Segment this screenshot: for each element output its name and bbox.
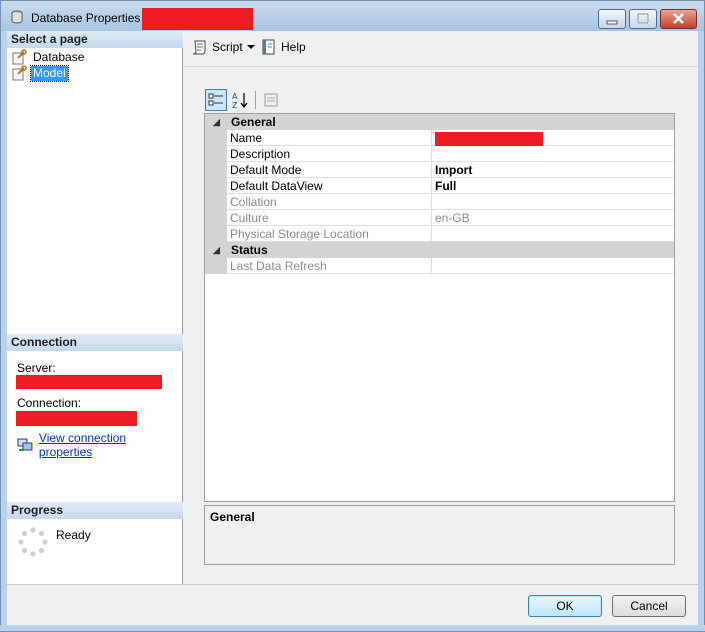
maximize-icon <box>637 13 649 24</box>
property-pages-button[interactable] <box>260 89 282 111</box>
progress-status: Ready <box>56 528 91 542</box>
description-pane: General <box>204 505 675 565</box>
property-row-collation: Collation <box>227 194 674 210</box>
redacted-title <box>142 8 253 30</box>
view-connection-properties-text[interactable]: View connection properties <box>39 431 182 459</box>
categorized-button[interactable] <box>205 89 227 111</box>
select-page-header: Select a page <box>7 31 183 48</box>
page-item-label: Database <box>33 49 85 64</box>
category-label: General <box>231 115 276 129</box>
main-toolbar: Script Help <box>184 31 698 67</box>
property-row-default-dataview[interactable]: Default DataView Full <box>227 178 674 194</box>
categorized-icon <box>208 93 223 106</box>
connection-properties-icon <box>17 438 33 451</box>
property-value: en-GB <box>435 211 470 225</box>
property-row-name[interactable]: Name <box>227 130 674 146</box>
alphabetical-sort-icon: A Z <box>232 92 248 109</box>
maximize-button[interactable] <box>629 9 657 29</box>
minimize-button[interactable] <box>598 9 626 29</box>
category-general[interactable]: ◢ General <box>205 114 674 130</box>
server-label: Server: <box>17 361 56 375</box>
chevron-down-icon <box>247 45 255 49</box>
help-label: Help <box>281 40 306 54</box>
connection-header: Connection <box>7 334 183 351</box>
property-name: Physical Storage Location <box>230 227 369 241</box>
help-button[interactable]: Help <box>261 38 306 56</box>
toolbar-separator <box>255 91 256 109</box>
wrench-page-icon <box>12 65 27 81</box>
redacted-connection <box>16 411 137 426</box>
redacted-name-value <box>435 132 543 146</box>
svg-text:Z: Z <box>232 101 238 109</box>
page-item-database[interactable]: Database <box>11 49 86 65</box>
window-frame-left <box>0 31 7 632</box>
property-name: Culture <box>230 211 269 225</box>
property-grid: ◢ General Name Description Default Mode … <box>204 113 675 502</box>
property-row-culture: Culture en-GB <box>227 210 674 226</box>
window-frame-right <box>698 31 705 632</box>
redacted-server <box>16 375 162 389</box>
script-label: Script <box>212 40 243 54</box>
ok-button[interactable]: OK <box>528 595 602 617</box>
close-icon <box>673 13 684 24</box>
property-name: Default DataView <box>230 179 323 193</box>
property-name: Collation <box>230 195 277 209</box>
view-connection-properties-link[interactable]: View connection properties <box>17 431 182 459</box>
dialog-client-area: Select a page Database Model Connection … <box>7 31 698 625</box>
property-row-description[interactable]: Description <box>227 146 674 162</box>
collapse-icon[interactable]: ◢ <box>213 245 220 256</box>
title-bar: Database Properties - <box>0 0 705 31</box>
page-item-model[interactable]: Model <box>11 64 69 82</box>
left-panel: Select a page Database Model Connection … <box>7 31 183 584</box>
property-pages-icon <box>264 93 278 107</box>
property-value[interactable]: Full <box>435 179 456 193</box>
alphabetical-button[interactable]: A Z <box>229 89 251 111</box>
progress-header: Progress <box>7 502 183 519</box>
property-name: Description <box>230 147 291 161</box>
dialog-button-bar: OK Cancel <box>7 584 698 625</box>
svg-text:A: A <box>232 92 238 101</box>
cancel-button[interactable]: Cancel <box>612 595 686 617</box>
property-row-default-mode[interactable]: Default Mode Import <box>227 162 674 178</box>
window-frame-bottom <box>0 625 705 632</box>
property-name: Name <box>230 131 263 145</box>
progress-spinner-icon <box>18 527 48 557</box>
description-title: General <box>210 510 255 524</box>
minimize-icon <box>606 20 618 25</box>
database-properties-icon <box>11 10 23 24</box>
help-icon <box>262 39 275 55</box>
script-icon <box>192 40 206 55</box>
close-window-button[interactable] <box>660 9 697 29</box>
property-row-last-data-refresh: Last Data Refresh <box>227 258 674 274</box>
script-button[interactable]: Script <box>191 38 243 56</box>
page-item-label: Model <box>30 64 69 82</box>
connection-label: Connection: <box>17 396 82 410</box>
window-title: Database Properties - <box>31 11 148 25</box>
category-label: Status <box>231 243 268 257</box>
script-dropdown-button[interactable] <box>246 38 256 56</box>
property-name: Default Mode <box>230 163 302 177</box>
property-name: Last Data Refresh <box>230 259 327 273</box>
wrench-page-icon <box>12 49 27 65</box>
property-row-physical-storage-location: Physical Storage Location <box>227 226 674 242</box>
property-grid-toolbar: A Z <box>205 89 282 111</box>
collapse-icon[interactable]: ◢ <box>213 117 220 128</box>
category-status[interactable]: ◢ Status <box>205 242 674 258</box>
property-value[interactable]: Import <box>435 163 472 177</box>
